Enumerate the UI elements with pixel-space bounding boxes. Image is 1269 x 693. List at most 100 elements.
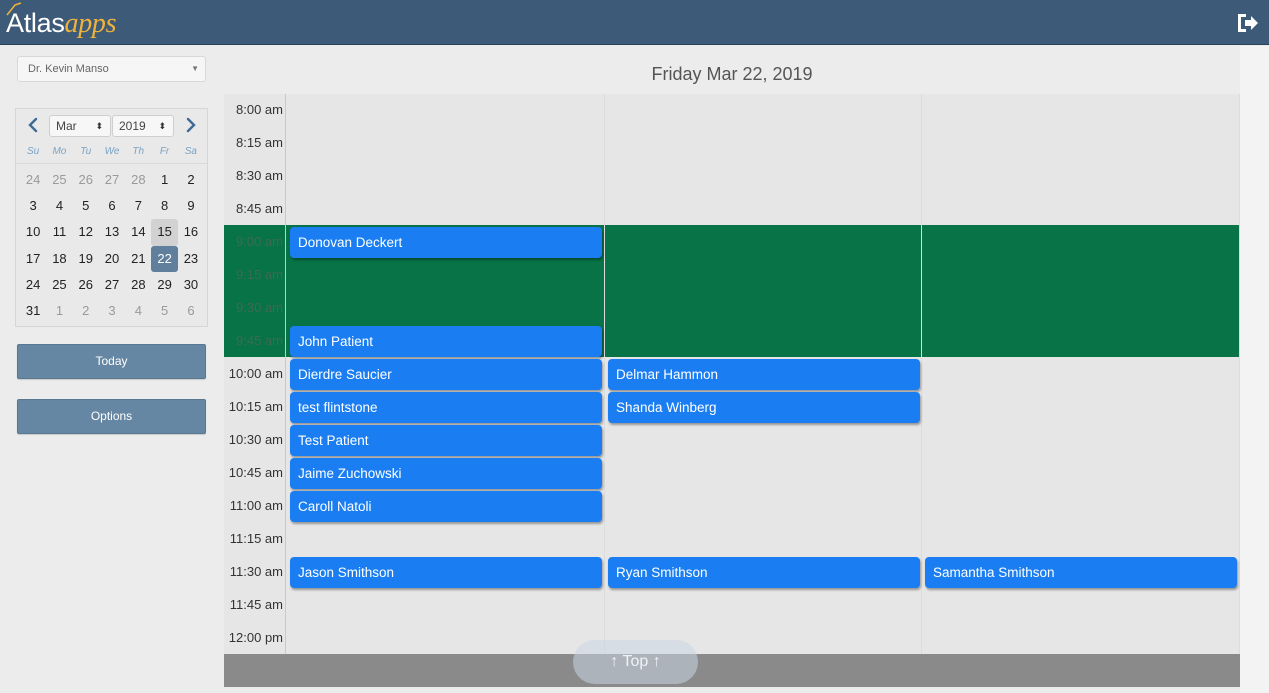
calendar-day[interactable]: 16 — [178, 219, 204, 245]
calendar-day[interactable]: 29 — [151, 272, 177, 298]
time-slot-label: 9:30 am — [236, 300, 283, 315]
time-slot-label: 10:30 am — [228, 432, 283, 447]
next-month-icon[interactable] — [181, 115, 201, 135]
weekday-label: Fr — [159, 146, 170, 157]
sign-out-icon[interactable] — [1235, 12, 1259, 34]
calendar-day[interactable]: 17 — [20, 246, 46, 272]
time-slot-label: 11:45 am — [229, 597, 283, 612]
provider-select[interactable]: Dr. Kevin Manso ▼ — [17, 56, 206, 82]
time-slot-label: 9:45 am — [236, 333, 283, 348]
appointment-block[interactable]: Shanda Winberg — [608, 392, 920, 423]
calendar-day[interactable]: 15 — [151, 219, 178, 246]
weekday-header: Su Mo Tu We Th Fr Sa — [20, 146, 204, 157]
scroll-gutter[interactable] — [1240, 46, 1269, 693]
appointment-block[interactable]: John Patient — [290, 326, 602, 357]
calendar-day[interactable]: 6 — [99, 193, 125, 219]
schedule-footer — [224, 654, 1240, 687]
today-button[interactable]: Today — [17, 344, 206, 379]
calendar-day[interactable]: 10 — [20, 219, 46, 245]
calendar-day[interactable]: 28 — [125, 272, 151, 298]
time-slot-label: 9:00 am — [236, 234, 283, 249]
day-title: Friday Mar 22, 2019 — [651, 64, 813, 84]
time-slot-label: 11:15 am — [229, 531, 283, 546]
time-slot-label: 11:30 am — [229, 564, 283, 579]
time-slot-label: 11:00 am — [229, 498, 283, 513]
calendar-day[interactable]: 3 — [20, 193, 46, 219]
calendar-day[interactable]: 30 — [178, 272, 204, 298]
time-slot-label: 10:00 am — [228, 366, 283, 381]
appointment-block[interactable]: Ryan Smithson — [608, 557, 920, 588]
calendar-day[interactable]: 31 — [20, 298, 46, 324]
column-divider — [921, 94, 922, 654]
appointment-block[interactable]: Delmar Hammon — [608, 359, 920, 390]
select-spinner-icon: ⬍ — [95, 121, 103, 131]
calendar-day[interactable]: 11 — [46, 219, 72, 245]
calendar-day[interactable]: 2 — [178, 167, 204, 193]
calendar-day[interactable]: 2 — [73, 298, 99, 324]
time-slot-label: 8:00 am — [236, 102, 283, 117]
calendar-day[interactable]: 5 — [151, 298, 177, 324]
appointment-block[interactable]: Jaime Zuchowski — [290, 458, 602, 489]
calendar-day[interactable]: 3 — [99, 298, 125, 324]
logo-spark-icon — [6, 2, 22, 16]
calendar-day[interactable]: 22 — [151, 245, 178, 272]
calendar-day[interactable]: 23 — [178, 246, 204, 272]
calendar-day[interactable]: 26 — [73, 167, 99, 193]
calendar-day[interactable]: 25 — [46, 272, 72, 298]
select-spinner-icon: ⬍ — [158, 121, 166, 131]
appointment-block[interactable]: Test Patient — [290, 425, 602, 456]
appointment-block[interactable]: Samantha Smithson — [925, 557, 1237, 588]
time-axis: 8:00 am 8:15 am 8:30 am 8:45 am 9:00 am 9:15 … — [224, 94, 286, 687]
time-slot-label: 9:15 am — [236, 267, 283, 282]
calendar-day[interactable]: 24 — [20, 272, 46, 298]
sidebar: Dr. Kevin Manso ▼ Mar ⬍ 2019 ⬍ Su Mo Tu … — [0, 46, 220, 693]
time-axis-divider — [285, 94, 286, 687]
calendar-day[interactable]: 13 — [99, 219, 125, 245]
appointment-block[interactable]: Dierdre Saucier — [290, 359, 602, 390]
calendar-day[interactable]: 28 — [125, 167, 151, 193]
time-slot-label: 10:45 am — [228, 465, 283, 480]
time-slot-label: 8:45 am — [236, 201, 283, 216]
calendar-day[interactable]: 27 — [99, 167, 125, 193]
appointment-block[interactable]: test flintstone — [290, 392, 602, 423]
calendar-day[interactable]: 26 — [73, 272, 99, 298]
appointment-block[interactable]: Jason Smithson — [290, 557, 602, 588]
calendar-divider — [16, 163, 207, 164]
appointment-block[interactable]: Donovan Deckert — [290, 227, 602, 258]
chevron-down-icon: ▼ — [191, 64, 199, 73]
weekday-label: Sa — [184, 146, 197, 157]
calendar-day[interactable]: 20 — [99, 246, 125, 272]
appointment-block[interactable]: Caroll Natoli — [290, 491, 602, 522]
calendar-day[interactable]: 1 — [151, 167, 177, 193]
calendar-day[interactable]: 6 — [178, 298, 204, 324]
calendar-day[interactable]: 4 — [46, 193, 72, 219]
column-divider — [604, 94, 605, 654]
calendar-day[interactable]: 21 — [125, 246, 151, 272]
year-select[interactable]: 2019 ⬍ — [112, 115, 174, 137]
month-select[interactable]: Mar ⬍ — [49, 115, 111, 137]
calendar-day[interactable]: 5 — [73, 193, 99, 219]
weekday-label: Th — [132, 146, 145, 157]
month-select-value: Mar — [56, 119, 77, 133]
calendar-day[interactable]: 27 — [99, 272, 125, 298]
calendar-day[interactable]: 12 — [73, 219, 99, 245]
calendar-day[interactable]: 14 — [125, 219, 151, 245]
calendar-day[interactable]: 25 — [46, 167, 72, 193]
calendar-day[interactable]: 7 — [125, 193, 151, 219]
top-bar: Atlas apps — [0, 0, 1269, 45]
scroll-to-top-button[interactable]: ↑ Top ↑ — [573, 640, 698, 684]
calendar-day[interactable]: 1 — [46, 298, 72, 324]
calendar-day[interactable]: 18 — [46, 246, 72, 272]
calendar-day[interactable]: 4 — [125, 298, 151, 324]
calendar-day[interactable]: 24 — [20, 167, 46, 193]
weekday-label: Tu — [80, 146, 92, 157]
year-select-value: 2019 — [119, 119, 146, 133]
provider-select-value: Dr. Kevin Manso — [28, 63, 109, 75]
calendar-day[interactable]: 9 — [178, 193, 204, 219]
time-slot-label: 12:00 pm — [228, 630, 283, 645]
app-logo[interactable]: Atlas apps — [6, 4, 117, 42]
previous-month-icon[interactable] — [23, 115, 43, 135]
calendar-day[interactable]: 19 — [73, 246, 99, 272]
calendar-day[interactable]: 8 — [151, 193, 177, 219]
options-button[interactable]: Options — [17, 399, 206, 434]
